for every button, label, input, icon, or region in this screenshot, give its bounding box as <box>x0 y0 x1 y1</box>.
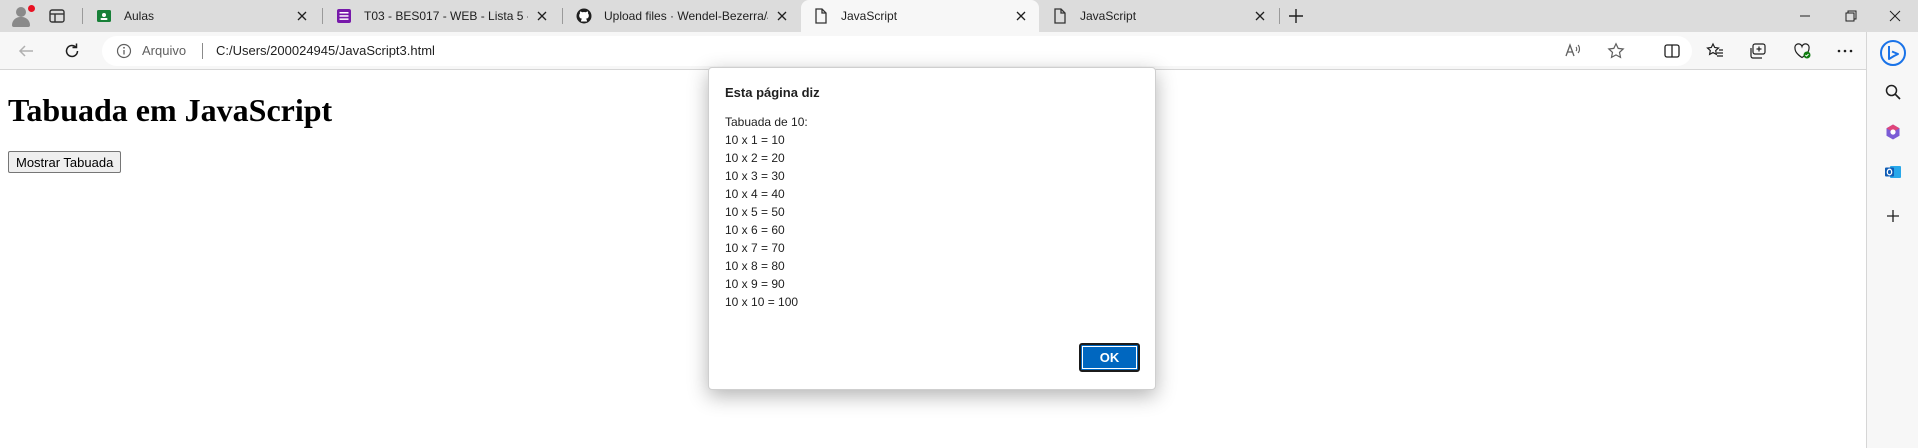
back-arrow-icon[interactable] <box>16 41 36 61</box>
info-icon[interactable] <box>116 43 132 59</box>
split-screen-icon[interactable] <box>1662 41 1682 61</box>
read-aloud-icon[interactable] <box>1564 42 1582 60</box>
dialog-line: 10 x 6 = 60 <box>725 223 785 237</box>
dialog-line: 10 x 5 = 50 <box>725 205 785 219</box>
tab-title: Upload files · Wendel-Bezerra/Ja <box>604 9 768 23</box>
tab-title: Aulas <box>124 9 155 23</box>
tab-github-upload[interactable]: Upload files · Wendel-Bezerra/Ja <box>564 0 800 32</box>
dialog-line: 10 x 2 = 20 <box>725 151 785 165</box>
tab-title: JavaScript <box>841 9 898 23</box>
collections-icon[interactable] <box>1748 41 1768 61</box>
refresh-icon[interactable] <box>62 41 82 61</box>
add-sidebar-app-plus-icon[interactable] <box>1883 206 1903 226</box>
close-icon[interactable] <box>1013 8 1029 24</box>
alert-dialog: Esta página diz Tabuada de 10: 10 x 1 = … <box>708 67 1156 390</box>
favorites-icon[interactable] <box>1705 41 1725 61</box>
browser-toolbar: Arquivo C:/Users/200024945/JavaScript3.h… <box>0 32 1866 70</box>
dialog-line: Tabuada de 10: <box>725 115 808 129</box>
outlook-icon[interactable] <box>1883 162 1903 182</box>
address-bar[interactable]: Arquivo C:/Users/200024945/JavaScript3.h… <box>102 36 1692 66</box>
tab-javascript-active[interactable]: JavaScript <box>801 0 1039 32</box>
page-icon <box>813 8 829 24</box>
browser-essentials-icon[interactable] <box>1792 41 1812 61</box>
tab-separator <box>562 8 563 24</box>
security-label: Arquivo <box>142 43 187 58</box>
close-icon[interactable] <box>774 8 790 24</box>
show-table-button[interactable]: Mostrar Tabuada <box>8 151 122 173</box>
dialog-message: Tabuada de 10: 10 x 1 = 10 10 x 2 = 20 1… <box>725 113 808 311</box>
google-classroom-icon <box>96 8 112 24</box>
tab-separator <box>82 8 83 24</box>
dialog-title: Esta página diz <box>725 85 820 100</box>
notification-dot <box>28 5 35 12</box>
tab-aulas[interactable]: Aulas <box>84 0 320 32</box>
tab-lista-5[interactable]: T03 - BES017 - WEB - Lista 5 - Ja <box>324 0 560 32</box>
dialog-line: 10 x 4 = 40 <box>725 187 785 201</box>
tab-javascript[interactable]: JavaScript <box>1040 0 1278 32</box>
microsoft-365-icon[interactable] <box>1883 122 1903 142</box>
page-heading: Tabuada em JavaScript <box>8 92 333 128</box>
bing-copilot-icon[interactable] <box>1879 39 1907 67</box>
tab-title: JavaScript <box>1080 9 1137 23</box>
profile-avatar-icon[interactable] <box>8 4 36 28</box>
ok-button[interactable]: OK <box>1079 343 1140 372</box>
favorite-star-icon[interactable] <box>1607 42 1625 60</box>
new-tab-plus-icon[interactable] <box>1286 6 1306 26</box>
edge-sidebar <box>1866 32 1918 448</box>
close-window-icon[interactable] <box>1872 0 1918 32</box>
address-divider <box>202 43 203 59</box>
tab-separator <box>322 8 323 24</box>
dialog-line: 10 x 9 = 90 <box>725 277 785 291</box>
tab-separator <box>1279 8 1280 24</box>
minimize-icon[interactable] <box>1782 0 1828 32</box>
restore-icon[interactable] <box>1828 0 1874 32</box>
close-icon[interactable] <box>534 8 550 24</box>
tab-actions-icon[interactable] <box>48 7 66 25</box>
dialog-line: 10 x 10 = 100 <box>725 295 799 309</box>
close-icon[interactable] <box>294 8 310 24</box>
tab-title: T03 - BES017 - WEB - Lista 5 - Ja <box>364 9 528 23</box>
onenote-icon <box>336 8 352 24</box>
dialog-line: 10 x 8 = 80 <box>725 259 785 273</box>
github-icon <box>576 8 592 24</box>
dialog-line: 10 x 1 = 10 <box>725 133 785 147</box>
tab-strip: Aulas T03 - BES017 - WEB - Lista 5 - Ja … <box>0 0 1918 32</box>
more-options-icon[interactable] <box>1835 41 1855 61</box>
dialog-line: 10 x 7 = 70 <box>725 241 785 255</box>
url-text[interactable]: C:/Users/200024945/JavaScript3.html <box>216 43 435 58</box>
search-icon[interactable] <box>1883 82 1903 102</box>
dialog-line: 10 x 3 = 30 <box>725 169 785 183</box>
page-icon <box>1052 8 1068 24</box>
close-icon[interactable] <box>1252 8 1268 24</box>
